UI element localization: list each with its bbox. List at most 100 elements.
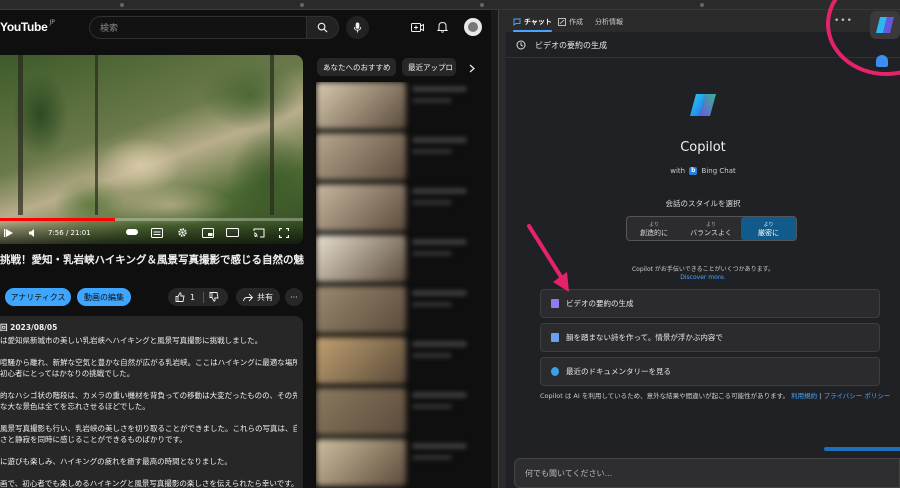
- youtube-scrollbar[interactable]: [491, 10, 498, 488]
- history-icon[interactable]: [516, 40, 526, 50]
- video-title-placeholder: [412, 239, 467, 245]
- description-gap: [0, 467, 297, 478]
- bing-logo-icon: b: [689, 167, 698, 175]
- description-line: は愛知県新城市の美しい乳岩峡へハイキングと風景写真撮影に挑戦しました。: [0, 336, 263, 345]
- copilot-logo-icon: [690, 94, 716, 116]
- notifications-button[interactable]: [435, 20, 449, 34]
- bing-brand: Bing Chat: [701, 167, 736, 175]
- play-icon: [3, 228, 13, 237]
- suggestion-label: ビデオの要約の生成: [566, 299, 634, 308]
- recommended-video[interactable]: [316, 439, 470, 488]
- video-player[interactable]: 7:56 / 21:01: [0, 55, 303, 244]
- video-thumbnail: [316, 388, 406, 435]
- suggestion-poem[interactable]: 韻を踏まない詩を作って。情景が浮かぶ内容で: [540, 323, 880, 352]
- bell-icon: [436, 21, 448, 33]
- video-meta-placeholder: [412, 251, 452, 256]
- create-button[interactable]: [410, 20, 424, 34]
- description-line: 画で、初心者でも楽しめるハイキングと風景写真撮影の楽しさを伝えられたら幸いです。: [0, 479, 297, 488]
- autoplay-toggle[interactable]: [126, 229, 138, 235]
- copilot-name: Copilot: [680, 140, 726, 155]
- video-description[interactable]: 回 2023/08/05 は愛知県新城市の美しい乳岩峡へハイキングと風景写真撮影…: [0, 316, 303, 488]
- chat-input[interactable]: 何でも聞いてください...: [514, 458, 900, 488]
- video-frame-detail: [18, 55, 23, 215]
- chip-recent-uploads[interactable]: 最近アップロ: [402, 58, 456, 76]
- description-line: 初心者にとってはかなりの挑戦でした。: [0, 369, 135, 378]
- youtube-logo[interactable]: YouTube JP: [0, 19, 55, 35]
- copilot-sidebar: チャット 作成 分析情報 ••• ビデオの要約の生成 Copilot with …: [506, 10, 900, 488]
- with-prefix: with: [670, 167, 686, 175]
- video-thumbnail: [316, 235, 406, 282]
- style-prefix: より: [763, 221, 774, 228]
- thumbs-down-icon[interactable]: [209, 292, 219, 302]
- split-divider[interactable]: [498, 10, 506, 488]
- style-label: 創造的に: [640, 228, 668, 237]
- video-meta-placeholder: [412, 455, 452, 460]
- terms-link[interactable]: 利用規約: [791, 392, 817, 400]
- cast-button[interactable]: [252, 226, 265, 239]
- video-title-placeholder: [412, 188, 467, 194]
- recommended-video[interactable]: [316, 133, 470, 183]
- copilot-toolbar-button[interactable]: [870, 11, 900, 39]
- recommended-video[interactable]: [316, 184, 470, 234]
- like-dislike-group: 1: [168, 288, 228, 306]
- tab-label: 分析情報: [595, 18, 623, 26]
- new-topic-button[interactable]: [824, 447, 900, 451]
- create-video-icon: [410, 22, 424, 32]
- cast-icon: [253, 228, 264, 237]
- pen-icon: [551, 333, 559, 342]
- discover-more-link[interactable]: Discover more.: [506, 274, 900, 281]
- recommended-video[interactable]: [316, 235, 470, 285]
- more-options-button[interactable]: •••: [834, 16, 853, 26]
- theater-mode-button[interactable]: [226, 226, 239, 239]
- recommended-video[interactable]: [316, 82, 470, 132]
- like-divider: [203, 291, 205, 303]
- tab-insights[interactable]: 分析情報: [595, 15, 623, 29]
- edit-video-button[interactable]: 動画の編集: [77, 288, 131, 306]
- video-thumbnail: [316, 439, 406, 486]
- description-gap: [0, 412, 297, 423]
- search-button[interactable]: [307, 16, 339, 39]
- help-text: Copilot がお手伝いできることがいくつかあります。: [631, 266, 775, 273]
- search-placeholder: 検索: [100, 24, 119, 34]
- privacy-link[interactable]: プライバシー ポリシー: [823, 392, 890, 400]
- recommended-video[interactable]: [316, 388, 470, 438]
- style-balanced[interactable]: より バランスよく: [681, 217, 741, 240]
- settings-button[interactable]: [176, 226, 189, 239]
- link-separator: |: [819, 392, 822, 400]
- thumbs-up-icon[interactable]: [175, 292, 185, 302]
- video-meta-placeholder: [412, 404, 452, 409]
- share-button[interactable]: 共有: [236, 288, 280, 306]
- tab-compose[interactable]: 作成: [558, 15, 583, 29]
- more-actions-button[interactable]: ···: [285, 288, 303, 306]
- tab-dot: [300, 3, 304, 7]
- recommended-video[interactable]: [316, 337, 470, 387]
- edit-video-label: 動画の編集: [84, 292, 124, 302]
- search-input[interactable]: 検索: [89, 16, 307, 39]
- more-actions-label: ···: [290, 292, 298, 302]
- suggestion-documentary[interactable]: 最近のドキュメンタリーを見る: [540, 357, 880, 386]
- style-precise[interactable]: より 厳密に: [741, 217, 796, 240]
- description-gap: [0, 379, 297, 390]
- fullscreen-button[interactable]: [277, 226, 290, 239]
- recommended-video[interactable]: [316, 286, 470, 336]
- avatar[interactable]: [464, 18, 482, 36]
- voice-search-button[interactable]: [346, 16, 369, 39]
- video-thumbnail: [316, 286, 406, 333]
- tab-chat[interactable]: チャット: [513, 15, 552, 32]
- video-meta-placeholder: [412, 200, 452, 205]
- play-button[interactable]: [2, 226, 15, 239]
- volume-button[interactable]: [26, 226, 39, 239]
- style-creative[interactable]: より 創造的に: [627, 217, 681, 240]
- analytics-button[interactable]: アナリティクス: [5, 288, 71, 306]
- miniplayer-button[interactable]: [201, 226, 214, 239]
- suggestion-video-summary[interactable]: ビデオの要約の生成: [540, 289, 880, 318]
- chip-recommended[interactable]: あなたへのおすすめ: [317, 58, 396, 76]
- description-meta: 回 2023/08/05: [0, 323, 58, 332]
- video-frame-detail: [95, 55, 98, 215]
- video-frame-detail: [270, 55, 274, 215]
- subtitles-button[interactable]: [150, 226, 163, 239]
- description-line: 風景写真撮影も行い、乳岩峡の美しさを切り取ることができました。これらの写真は、自…: [0, 424, 297, 433]
- user-icon[interactable]: [876, 55, 888, 67]
- chips-next-button[interactable]: [466, 62, 478, 74]
- copilot-subbar: ビデオの要約の生成: [506, 32, 900, 58]
